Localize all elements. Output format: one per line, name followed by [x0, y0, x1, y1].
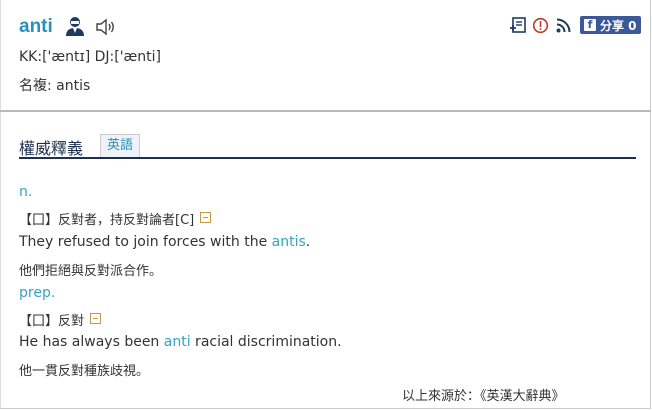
- collapse-icon[interactable]: [200, 212, 212, 223]
- rss-icon[interactable]: [555, 17, 572, 34]
- share-label: 分享 0: [600, 18, 637, 33]
- definition-sense: 【囗】反對者，持反對論者[C]: [19, 209, 212, 228]
- speaker-icon[interactable]: [95, 17, 117, 41]
- authority-definition-title: 權威釋義: [19, 139, 84, 158]
- example-text: He has always been: [19, 334, 164, 350]
- headword: anti: [19, 16, 53, 37]
- definition-sense: 【囗】反對: [19, 310, 102, 329]
- section-divider: [0, 110, 651, 112]
- sense-text: 【囗】反對: [19, 314, 85, 329]
- toolbar: f 分享 0: [509, 16, 641, 34]
- example-text-end: racial discrimination.: [190, 334, 342, 350]
- example-translation: 他們拒絕與反對派合作。: [19, 264, 163, 279]
- report-error-icon[interactable]: [532, 17, 549, 34]
- add-wordbook-icon[interactable]: [509, 16, 526, 34]
- example-translation: 他一貫反對種族歧視。: [19, 364, 150, 379]
- tab-underline: [19, 157, 636, 159]
- example-keyword: antis: [271, 234, 306, 250]
- example-sentence: He has always been anti racial discrimin…: [19, 334, 342, 350]
- example-sentence: They refused to join forces with the ant…: [19, 234, 310, 250]
- example-text: They refused to join forces with the: [19, 234, 272, 250]
- tab-english[interactable]: 英語: [100, 134, 141, 157]
- source-attribution: 以上來源於：《英漢大辭典》: [402, 389, 565, 404]
- facebook-share-button[interactable]: f 分享 0: [580, 16, 641, 34]
- example-keyword: anti: [163, 334, 191, 350]
- part-of-speech-noun: n.: [19, 184, 33, 200]
- pronunciation: KK:['æntɪ] DJ:['ænti]: [19, 49, 162, 65]
- part-of-speech-prep: prep.: [19, 285, 56, 301]
- plural-form: 名複: antis: [19, 78, 91, 94]
- collapse-icon[interactable]: [90, 313, 102, 324]
- example-text-end: .: [305, 234, 311, 250]
- facebook-icon: f: [584, 19, 596, 31]
- sense-text: 【囗】反對者，持反對論者[C]: [19, 213, 195, 228]
- person-icon[interactable]: [64, 15, 86, 41]
